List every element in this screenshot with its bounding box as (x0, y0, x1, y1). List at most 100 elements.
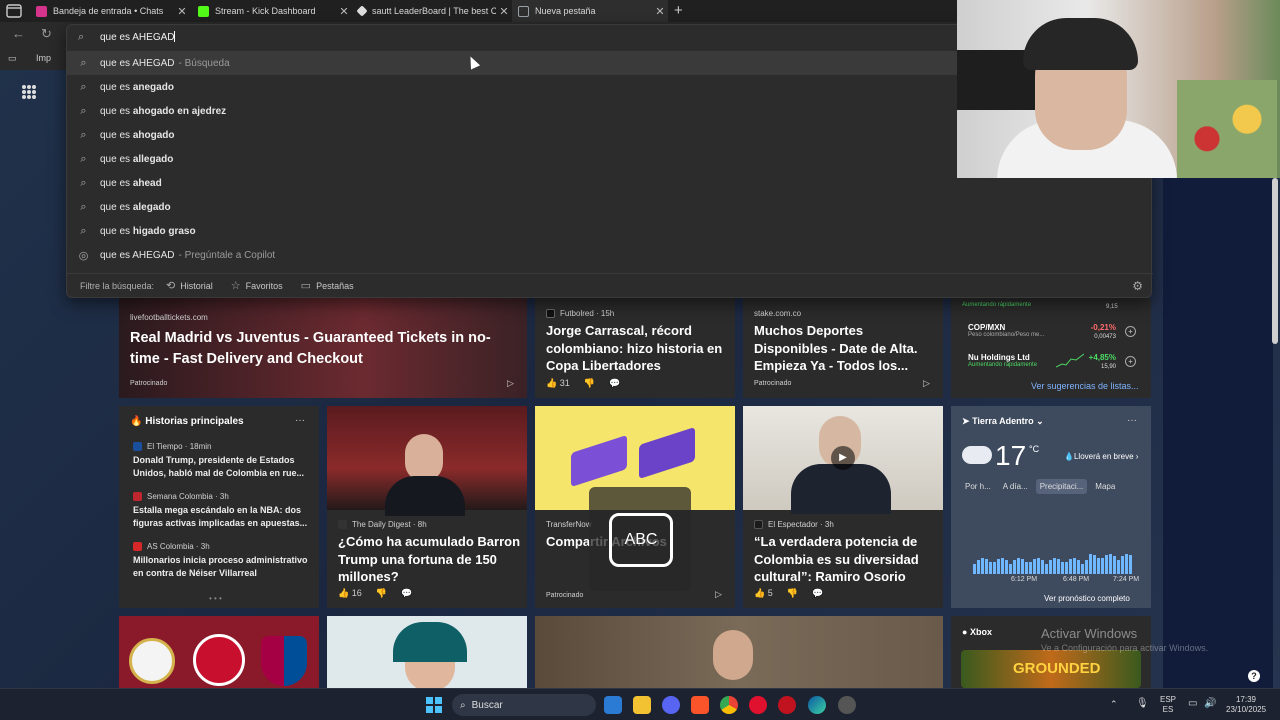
gear-icon[interactable]: ⚙ (1132, 279, 1143, 293)
volume-icon[interactable]: 🔊 (1204, 699, 1216, 709)
card-woman-photo[interactable] (327, 616, 527, 688)
play-icon[interactable]: ▷ (715, 589, 722, 600)
microphone-icon[interactable]: 🎙 (1136, 699, 1149, 709)
story-title: Donald Trump, presidente de Estados Unid… (133, 455, 305, 478)
search-icon: ⌕ (460, 699, 466, 711)
forecast-text: Lloverá en breve (1073, 452, 1134, 461)
precip-chart (973, 554, 1132, 574)
filter-tabs[interactable]: ▭ Pestañas (301, 279, 354, 292)
weather-forecast[interactable]: 💧Lloverá en breve › (1064, 452, 1138, 461)
tab-instagram[interactable]: Bandeja de entrada • Chats ✕ (30, 0, 190, 22)
network-icon[interactable]: ▭ (1188, 699, 1197, 709)
comment-icon[interactable]: 💬 (812, 588, 823, 599)
filter-history[interactable]: ⟲ Historial (166, 279, 213, 292)
address-input[interactable]: que es AHEGAD (100, 31, 176, 43)
comment-icon[interactable]: 💬 (609, 378, 620, 389)
card-osorio[interactable]: ▶ El Espectador · 3h “La verdadera poten… (743, 406, 943, 608)
like-icon[interactable]: 👍 31 (546, 378, 570, 389)
opera-icon[interactable] (749, 696, 767, 714)
stock-row-nu[interactable]: Nu Holdings Ltd Aumentando rápidamente +… (968, 353, 1138, 370)
weather-tab-map[interactable]: Mapa (1091, 479, 1119, 494)
play-icon[interactable]: ▷ (923, 378, 930, 389)
close-icon[interactable]: ✕ (496, 5, 512, 18)
card-stake-ad[interactable]: stake.com.co Muchos Deportes Disponibles… (743, 298, 943, 398)
like-count: 5 (767, 588, 773, 598)
like-icon[interactable]: 👍 16 (338, 588, 362, 599)
capcut-icon[interactable] (604, 696, 622, 714)
story-item[interactable]: El Tiempo · 18min Donald Trump, presiden… (133, 442, 315, 480)
suggestion-row[interactable]: ⌕ que es alegado (67, 195, 1153, 219)
card-carrascal[interactable]: Futbolred · 15h Jorge Carrascal, récord … (535, 298, 735, 398)
precip-bar (993, 562, 996, 574)
apps-launcher-icon[interactable] (22, 85, 36, 99)
new-tab-button[interactable]: + (674, 2, 683, 19)
card-barron[interactable]: The Daily Digest · 8h ¿Cómo ha acumulado… (327, 406, 527, 608)
card-title[interactable]: Muchos Deportes Disponibles - Date de Al… (754, 322, 939, 375)
chrome-icon[interactable] (720, 696, 738, 714)
comment-icon[interactable]: 💬 (401, 588, 412, 599)
weather-card[interactable]: ➤ Tierra Adentro ⌄ ··· 17 °C 💧Lloverá en… (951, 406, 1151, 608)
favbar-item[interactable]: Imp (36, 53, 51, 63)
card-xabi-photo[interactable] (535, 616, 943, 688)
filter-favorites[interactable]: ☆ Favoritos (231, 279, 283, 292)
card-football-crests[interactable] (119, 616, 319, 688)
workspaces-icon[interactable] (6, 4, 22, 18)
windows-start-icon[interactable] (426, 697, 442, 713)
more-icon[interactable]: ··· (1127, 415, 1137, 426)
suggestion-completion: higado graso (132, 225, 196, 237)
language-indicator[interactable]: ESP ES (1160, 695, 1176, 715)
close-icon[interactable]: ✕ (336, 5, 352, 18)
stock-row-copmxn[interactable]: COP/MXN Peso colombiano/Peso me... -0,21… (968, 323, 1138, 340)
story-item[interactable]: Semana Colombia · 3h Estalla mega escánd… (133, 492, 315, 530)
suggestion-hint: - Búsqueda (178, 57, 230, 69)
dislike-icon[interactable]: 👎 (376, 588, 387, 599)
obs-icon[interactable] (838, 696, 856, 714)
precip-bar (1093, 555, 1096, 574)
suggestion-prefix: que es (100, 129, 133, 141)
opera-gx-icon[interactable] (778, 696, 796, 714)
file-explorer-icon[interactable] (633, 696, 651, 714)
tab-sautt[interactable]: sautt LeaderBoard | The best Cha ✕ (352, 0, 512, 22)
stock-suggestions-link[interactable]: Ver sugerencias de listas... (1031, 381, 1139, 391)
grounded-banner: GROUNDED (961, 650, 1141, 688)
portrait-suit (385, 476, 465, 516)
more-icon[interactable]: ··· (295, 415, 305, 426)
dislike-icon[interactable]: 👎 (787, 588, 798, 599)
close-icon[interactable]: ✕ (174, 5, 190, 18)
tray-chevron-icon[interactable]: ⌃ (1110, 699, 1118, 709)
taskbar-search[interactable]: ⌕ Buscar (452, 694, 596, 716)
clock[interactable]: 17:39 23/10/2025 (1226, 695, 1266, 715)
edge-icon[interactable] (808, 696, 826, 714)
add-stock-icon[interactable]: + (1125, 326, 1136, 337)
card-title[interactable]: ¿Cómo ha acumulado Barron Trump una fort… (338, 533, 523, 586)
weather-tab-daily[interactable]: A día... (999, 479, 1032, 494)
tab-kick[interactable]: Stream - Kick Dashboard ✕ (192, 0, 352, 22)
weather-tab-hourly[interactable]: Por h... (961, 479, 995, 494)
like-icon[interactable]: 👍 5 (754, 588, 773, 599)
card-title[interactable]: Real Madrid vs Juventus - Guaranteed Tic… (130, 328, 520, 370)
precip-bar (985, 559, 988, 574)
card-title[interactable]: “La verdadera potencia de Colombia es su… (754, 533, 939, 586)
back-icon[interactable]: ← (12, 26, 25, 41)
tab-new[interactable]: Nueva pestaña ✕ (512, 0, 668, 22)
close-icon[interactable]: ✕ (652, 5, 668, 18)
story-item[interactable]: AS Colombia · 3h Millonarios inicia proc… (133, 542, 315, 580)
weather-location[interactable]: ➤ Tierra Adentro ⌄ (962, 416, 1044, 427)
help-icon[interactable]: ? (1248, 670, 1260, 682)
suggestion-row[interactable]: ◎ que es AHEGAD - Pregúntale a Copilot (67, 243, 1153, 267)
brave-icon[interactable] (691, 696, 709, 714)
refresh-icon[interactable]: ↻ (41, 26, 52, 42)
add-stock-icon[interactable]: + (1125, 356, 1136, 367)
suggestion-row[interactable]: ⌕ que es higado graso (67, 219, 1153, 243)
card-realmadrid-ad[interactable]: livefootballtickets.com Real Madrid vs J… (119, 298, 527, 398)
card-title[interactable]: Jorge Carrascal, récord colombiano: hizo… (546, 322, 731, 375)
full-forecast-link[interactable]: Ver pronóstico completo (1044, 594, 1130, 603)
page-scrollbar[interactable] (1272, 178, 1278, 344)
collections-icon[interactable]: ▭ (8, 53, 17, 64)
video-play-icon[interactable]: ▶ (831, 446, 855, 470)
weather-tab-precip[interactable]: Precipitaci... (1035, 479, 1088, 494)
pager-dots[interactable]: • • • (209, 594, 222, 603)
discord-icon[interactable] (662, 696, 680, 714)
dislike-icon[interactable]: 👎 (584, 378, 595, 389)
play-icon[interactable]: ▷ (507, 378, 514, 389)
